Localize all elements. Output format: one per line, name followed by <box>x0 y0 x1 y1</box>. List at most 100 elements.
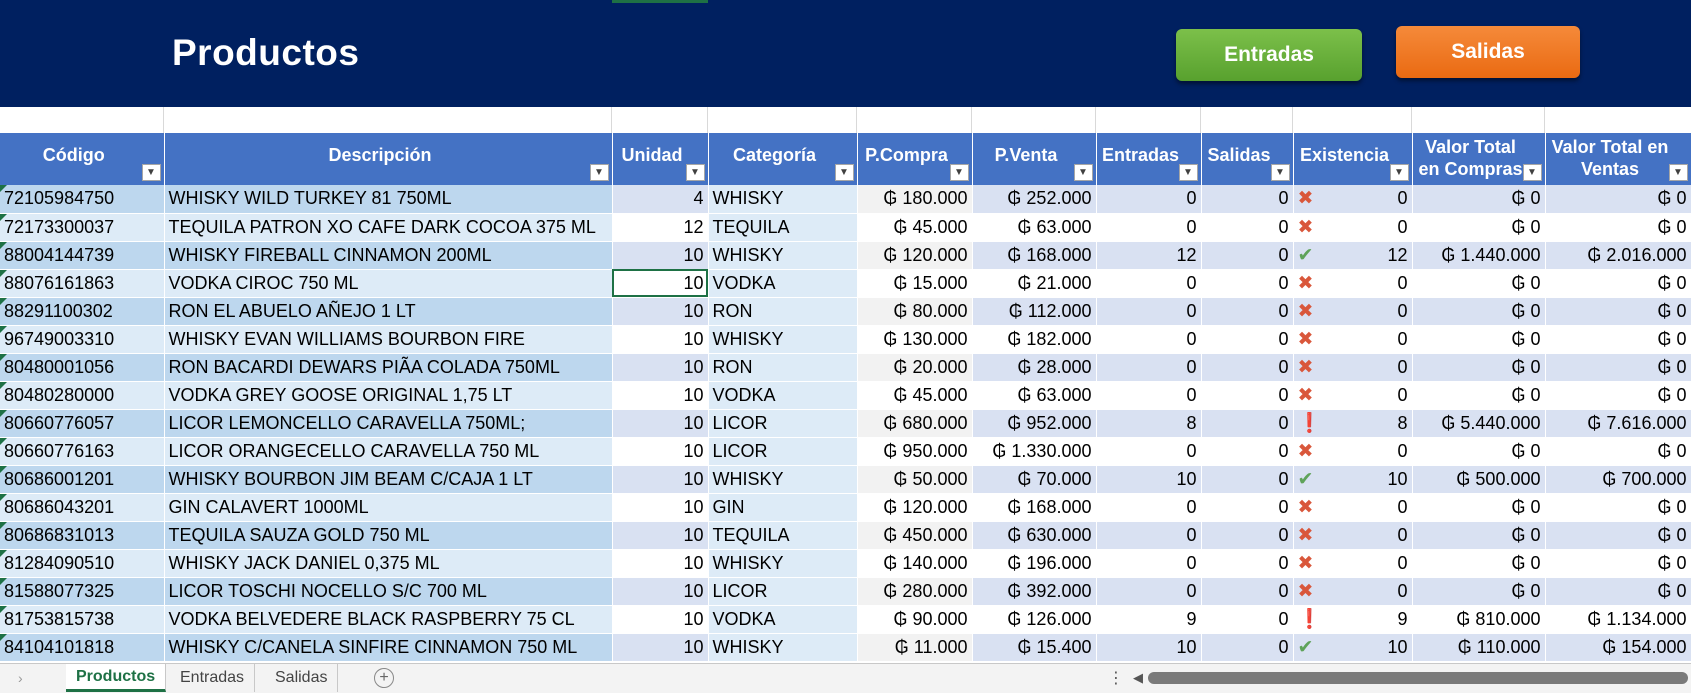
cell-salidas[interactable]: 0 <box>1201 633 1294 662</box>
cell-codigo[interactable]: 80660776163 <box>0 437 165 466</box>
cell-pventa[interactable]: ₲ 126.000 <box>972 605 1097 634</box>
cell-salidas[interactable]: 0 <box>1201 549 1294 578</box>
cell-salidas[interactable]: 0 <box>1201 577 1294 606</box>
cell-salidas[interactable]: 0 <box>1201 353 1294 382</box>
cell-descripcion[interactable]: VODKA CIROC 750 ML <box>164 269 613 298</box>
cell-pcompra[interactable]: ₲ 45.000 <box>857 213 973 242</box>
cell-valor-compras[interactable]: ₲ 0 <box>1412 437 1546 466</box>
cell-pventa[interactable]: ₲ 952.000 <box>972 409 1097 438</box>
cell-entradas[interactable]: 0 <box>1096 521 1202 550</box>
cell-valor-ventas[interactable]: ₲ 0 <box>1545 493 1691 522</box>
cell-salidas[interactable]: 0 <box>1201 605 1294 634</box>
cell-pcompra[interactable]: ₲ 50.000 <box>857 465 973 494</box>
cell-existencia[interactable]: ❗ 9 <box>1293 605 1413 634</box>
cell-pcompra[interactable]: ₲ 130.000 <box>857 325 973 354</box>
cell-categoria[interactable]: RON <box>708 353 858 382</box>
cell-salidas[interactable]: 0 <box>1201 381 1294 410</box>
filter-dropdown-icon[interactable]: ▼ <box>589 164 609 181</box>
salidas-button[interactable]: Salidas <box>1396 26 1580 78</box>
cell-existencia[interactable]: ✖ 0 <box>1293 213 1413 242</box>
cell-descripcion[interactable]: WHISKY BOURBON JIM BEAM C/CAJA 1 LT <box>164 465 613 494</box>
cell-codigo[interactable]: 80660776057 <box>0 409 165 438</box>
cell-unidad[interactable]: 4 <box>612 185 709 214</box>
table-row[interactable]: 88004144739 WHISKY FIREBALL CINNAMON 200M… <box>0 241 1691 270</box>
cell-codigo[interactable]: 88291100302 <box>0 297 165 326</box>
table-row[interactable]: 96749003310 WHISKY EVAN WILLIAMS BOURBON … <box>0 325 1691 354</box>
cell-existencia[interactable]: ✖ 0 <box>1293 437 1413 466</box>
cell-codigo[interactable]: 80686831013 <box>0 521 165 550</box>
table-row[interactable]: 81284090510 WHISKY JACK DANIEL 0,375 ML 10… <box>0 549 1691 578</box>
cell-descripcion[interactable]: WHISKY FIREBALL CINNAMON 200ML <box>164 241 613 270</box>
cell-valor-ventas[interactable]: ₲ 0 <box>1545 549 1691 578</box>
cell-pcompra[interactable]: ₲ 120.000 <box>857 241 973 270</box>
cell-valor-ventas[interactable]: ₲ 0 <box>1545 297 1691 326</box>
cell-unidad[interactable]: 10 <box>612 633 709 662</box>
cell-descripcion[interactable]: WHISKY C/CANELA SINFIRE CINNAMON 750 ML <box>164 633 613 662</box>
cell-pventa[interactable]: ₲ 630.000 <box>972 521 1097 550</box>
cell-categoria[interactable]: WHISKY <box>708 185 858 214</box>
cell-salidas[interactable]: 0 <box>1201 241 1294 270</box>
cell-entradas[interactable]: 10 <box>1096 465 1202 494</box>
cell-salidas[interactable]: 0 <box>1201 213 1294 242</box>
cell-existencia[interactable]: ❗ 8 <box>1293 409 1413 438</box>
cell-pcompra[interactable]: ₲ 120.000 <box>857 493 973 522</box>
sheet-tab-productos[interactable]: Productos <box>66 664 167 692</box>
cell-salidas[interactable]: 0 <box>1201 325 1294 354</box>
cell-salidas[interactable]: 0 <box>1201 521 1294 550</box>
cell-salidas[interactable]: 0 <box>1201 493 1294 522</box>
cell-unidad[interactable]: 10 <box>612 577 709 606</box>
cell-pventa[interactable]: ₲ 112.000 <box>972 297 1097 326</box>
cell-entradas[interactable]: 9 <box>1096 605 1202 634</box>
cell-entradas[interactable]: 0 <box>1096 381 1202 410</box>
cell-valor-compras[interactable]: ₲ 500.000 <box>1412 465 1546 494</box>
cell-existencia[interactable]: ✖ 0 <box>1293 185 1413 214</box>
cell-unidad[interactable]: 10 <box>612 605 709 634</box>
cell-valor-compras[interactable]: ₲ 110.000 <box>1412 633 1546 662</box>
sheet-tab-salidas[interactable]: Salidas <box>265 664 339 692</box>
cell-unidad[interactable]: 10 <box>612 241 709 270</box>
cell-pcompra[interactable]: ₲ 680.000 <box>857 409 973 438</box>
cell-entradas[interactable]: 12 <box>1096 241 1202 270</box>
cell-pcompra[interactable]: ₲ 950.000 <box>857 437 973 466</box>
more-options-icon[interactable]: ⋮ <box>1108 668 1124 688</box>
filter-dropdown-icon[interactable]: ▼ <box>1668 164 1688 181</box>
cell-existencia[interactable]: ✔ 12 <box>1293 241 1413 270</box>
cell-descripcion[interactable]: TEQUILA SAUZA GOLD 750 ML <box>164 521 613 550</box>
cell-existencia[interactable]: ✖ 0 <box>1293 521 1413 550</box>
cell-unidad[interactable]: 10 <box>612 297 709 326</box>
entradas-button[interactable]: Entradas <box>1176 29 1362 81</box>
cell-descripcion[interactable]: WHISKY WILD TURKEY 81 750ML <box>164 185 613 214</box>
cell-pcompra[interactable]: ₲ 450.000 <box>857 521 973 550</box>
cell-valor-compras[interactable]: ₲ 0 <box>1412 381 1546 410</box>
cell-descripcion[interactable]: WHISKY JACK DANIEL 0,375 ML <box>164 549 613 578</box>
cell-codigo[interactable]: 72105984750 <box>0 185 165 214</box>
cell-valor-ventas[interactable]: ₲ 700.000 <box>1545 465 1691 494</box>
cell-codigo[interactable]: 96749003310 <box>0 325 165 354</box>
cell-valor-compras[interactable]: ₲ 0 <box>1412 213 1546 242</box>
table-row[interactable]: 81753815738 VODKA BELVEDERE BLACK RASPBER… <box>0 605 1691 634</box>
cell-existencia[interactable]: ✖ 0 <box>1293 381 1413 410</box>
filter-dropdown-icon[interactable]: ▼ <box>1073 164 1093 181</box>
cell-existencia[interactable]: ✖ 0 <box>1293 493 1413 522</box>
filter-dropdown-icon[interactable]: ▼ <box>1178 164 1198 181</box>
filter-dropdown-icon[interactable]: ▼ <box>1270 164 1290 181</box>
cell-valor-compras[interactable]: ₲ 0 <box>1412 549 1546 578</box>
cell-unidad[interactable]: 10 <box>612 269 709 298</box>
cell-descripcion[interactable]: LICOR TOSCHI NOCELLO S/C 700 ML <box>164 577 613 606</box>
horizontal-scrollbar[interactable] <box>1148 672 1688 684</box>
cell-valor-ventas[interactable]: ₲ 0 <box>1545 325 1691 354</box>
table-row[interactable]: 80480001056 RON BACARDI DEWARS PIÃA COLAD… <box>0 353 1691 382</box>
cell-valor-compras[interactable]: ₲ 0 <box>1412 521 1546 550</box>
cell-salidas[interactable]: 0 <box>1201 437 1294 466</box>
cell-valor-compras[interactable]: ₲ 810.000 <box>1412 605 1546 634</box>
cell-codigo[interactable]: 81753815738 <box>0 605 165 634</box>
cell-categoria[interactable]: RON <box>708 297 858 326</box>
cell-pventa[interactable]: ₲ 252.000 <box>972 185 1097 214</box>
cell-categoria[interactable]: WHISKY <box>708 633 858 662</box>
cell-entradas[interactable]: 0 <box>1096 437 1202 466</box>
cell-pventa[interactable]: ₲ 196.000 <box>972 549 1097 578</box>
cell-unidad[interactable]: 10 <box>612 521 709 550</box>
cell-salidas[interactable]: 0 <box>1201 409 1294 438</box>
cell-valor-ventas[interactable]: ₲ 0 <box>1545 185 1691 214</box>
cell-descripcion[interactable]: GIN CALAVERT 1000ML <box>164 493 613 522</box>
